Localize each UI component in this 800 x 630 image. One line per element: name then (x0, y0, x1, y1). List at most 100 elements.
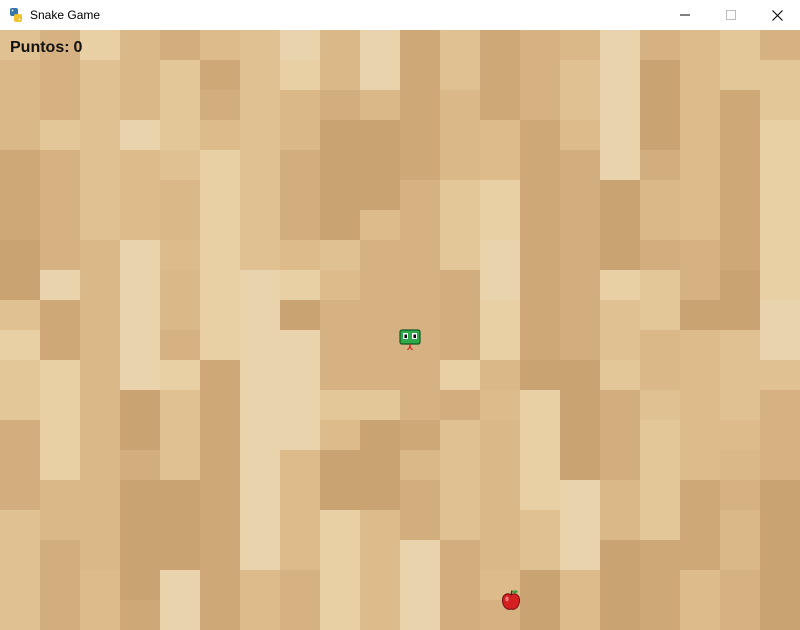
wood-tile (520, 240, 560, 270)
wood-tile (0, 360, 40, 390)
wood-tile (680, 240, 720, 270)
wood-tile (480, 210, 520, 240)
wood-tile (600, 270, 640, 300)
wood-tile (200, 420, 240, 450)
wood-tile (360, 450, 400, 480)
wood-tile (40, 450, 80, 480)
wood-tile (560, 150, 600, 180)
minimize-button[interactable] (662, 0, 708, 30)
wood-tile (640, 390, 680, 420)
title-bar[interactable]: Snake Game (0, 0, 800, 30)
wood-tile (480, 30, 520, 60)
wood-tile (0, 390, 40, 420)
wood-tile (680, 90, 720, 120)
wood-tile (520, 510, 560, 540)
close-button[interactable] (754, 0, 800, 30)
wood-tile (200, 240, 240, 270)
wood-tile (80, 360, 120, 390)
wood-tile (320, 180, 360, 210)
wood-tile (520, 60, 560, 90)
wood-tile (720, 120, 760, 150)
wood-tile (520, 150, 560, 180)
wood-tile (480, 90, 520, 120)
wood-tile (640, 300, 680, 330)
wood-tile (160, 240, 200, 270)
wood-tile (360, 30, 400, 60)
maximize-button[interactable] (708, 0, 754, 30)
wood-tile (360, 420, 400, 450)
wood-tile (200, 270, 240, 300)
wood-tile (720, 420, 760, 450)
wood-tile (600, 180, 640, 210)
wood-tile (400, 390, 440, 420)
wood-tile (120, 30, 160, 60)
wood-tile (120, 360, 160, 390)
wood-tile (400, 540, 440, 570)
wood-tile (80, 570, 120, 600)
wood-tile (560, 420, 600, 450)
wood-tile (0, 480, 40, 510)
wood-tile (80, 600, 120, 630)
wood-tile (400, 180, 440, 210)
wood-tile (360, 300, 400, 330)
wood-tile (560, 480, 600, 510)
wood-tile (120, 330, 160, 360)
wood-tile (480, 330, 520, 360)
wood-tile (320, 240, 360, 270)
wood-tile (400, 60, 440, 90)
wood-tile (160, 540, 200, 570)
wood-tile (0, 450, 40, 480)
wood-tile (680, 360, 720, 390)
wood-tile (640, 360, 680, 390)
wood-tile (280, 360, 320, 390)
wood-tile (200, 300, 240, 330)
wood-tile (400, 90, 440, 120)
wood-tile (320, 390, 360, 420)
wood-tile (640, 450, 680, 480)
wood-tile (320, 90, 360, 120)
wood-tile (560, 540, 600, 570)
wood-tile (200, 210, 240, 240)
wood-tile (560, 90, 600, 120)
wood-tile (240, 450, 280, 480)
wood-tile (480, 510, 520, 540)
wood-tile (640, 60, 680, 90)
wood-tile (440, 360, 480, 390)
wood-tile (760, 60, 800, 90)
wood-tile (760, 360, 800, 390)
wood-tile (760, 510, 800, 540)
wood-tile (640, 150, 680, 180)
wood-tile (680, 420, 720, 450)
wood-tile (280, 270, 320, 300)
wood-tile (80, 330, 120, 360)
wood-tile (720, 90, 760, 120)
wood-tile (720, 180, 760, 210)
wood-tile (400, 420, 440, 450)
game-board[interactable]: Puntos: 0 (0, 30, 800, 630)
wood-tile (80, 30, 120, 60)
wood-tile (600, 90, 640, 120)
wood-tile (160, 300, 200, 330)
wood-tile (760, 30, 800, 60)
wood-tile (440, 300, 480, 330)
wood-tile (480, 60, 520, 90)
wood-tile (280, 210, 320, 240)
wood-tile (720, 270, 760, 300)
wood-tile (280, 60, 320, 90)
wood-tile (280, 420, 320, 450)
game-window: Snake Game Puntos: 0 (0, 0, 800, 630)
wood-tile (280, 510, 320, 540)
wood-tile (760, 180, 800, 210)
wood-tile (400, 300, 440, 330)
wood-tile (480, 450, 520, 480)
wood-tile (160, 390, 200, 420)
wood-tile (760, 420, 800, 450)
wood-tile (440, 390, 480, 420)
wood-tile (480, 300, 520, 330)
wood-tile (760, 570, 800, 600)
wood-tile (120, 60, 160, 90)
wood-tile (360, 180, 400, 210)
wood-tile (360, 360, 400, 390)
wood-tile (560, 60, 600, 90)
wood-tile (0, 300, 40, 330)
